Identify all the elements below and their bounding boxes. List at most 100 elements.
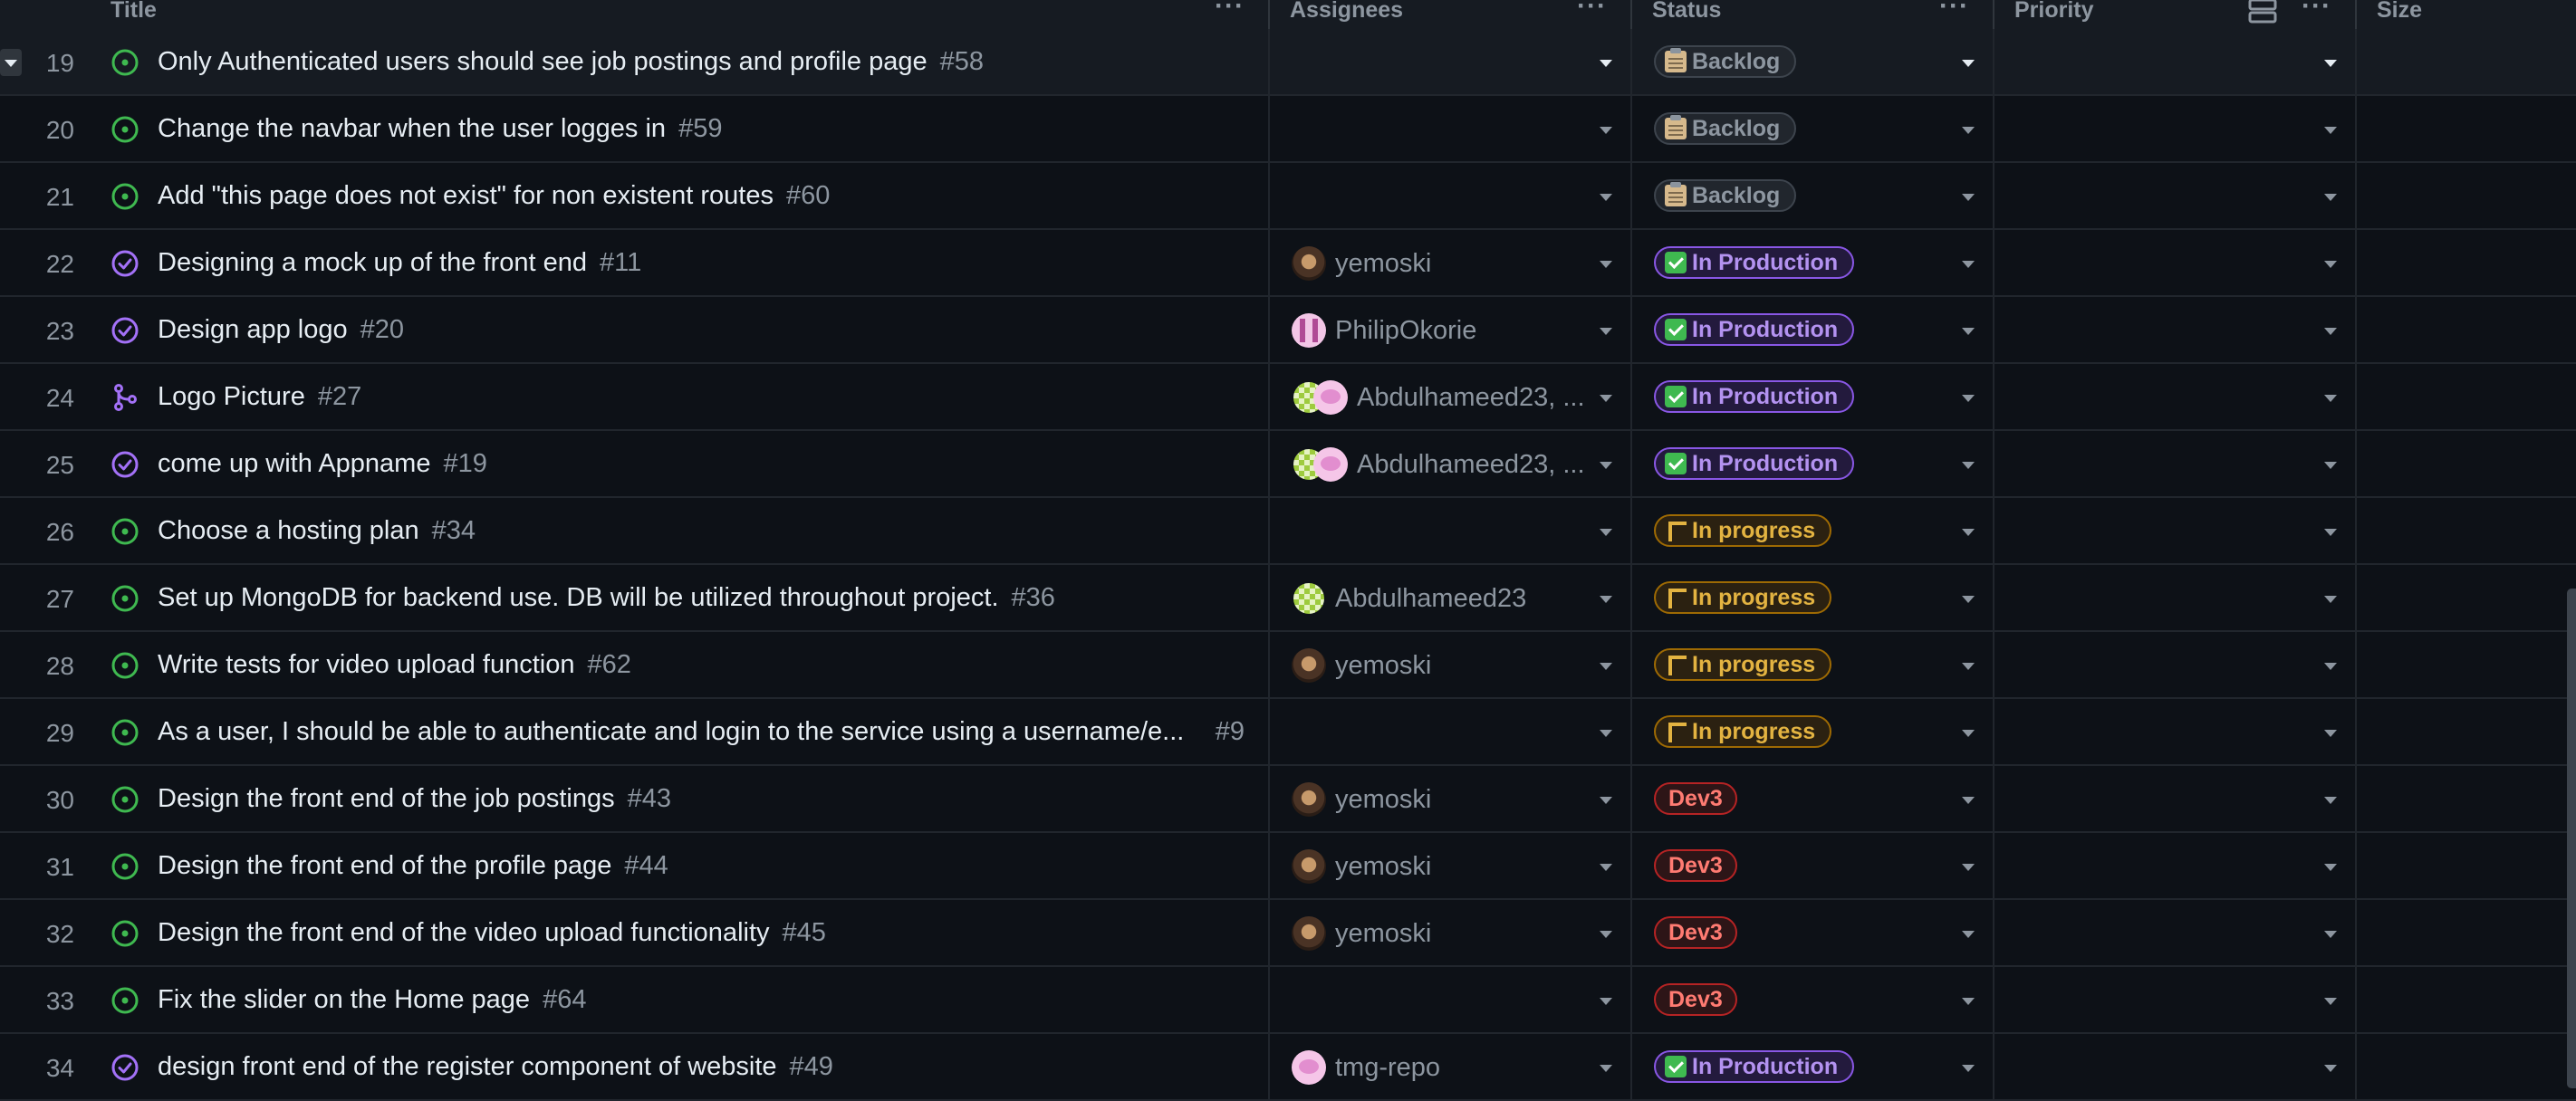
chevron-down-icon[interactable] — [2324, 529, 2337, 536]
title-cell[interactable]: Only Authenticated users should see job … — [0, 29, 1270, 94]
chevron-down-icon[interactable] — [1600, 864, 1612, 871]
size-cell[interactable] — [2357, 230, 2576, 295]
priority-cell[interactable] — [1994, 29, 2357, 94]
issue-title-link[interactable]: Only Authenticated users should see job … — [158, 47, 928, 76]
column-options-icon[interactable]: ··· — [1215, 0, 1245, 20]
chevron-down-icon[interactable] — [1962, 127, 1975, 134]
title-cell[interactable]: Fix the slider on the Home page #64 — [0, 967, 1270, 1032]
issue-title-link[interactable]: Set up MongoDB for backend use. DB will … — [158, 583, 999, 612]
title-cell[interactable]: Design the front end of the video upload… — [0, 900, 1270, 965]
issue-title-link[interactable]: Choose a hosting plan — [158, 516, 419, 545]
title-cell[interactable]: Design the front end of the job postings… — [0, 766, 1270, 831]
issue-title-link[interactable]: Add "this page does not exist" for non e… — [158, 181, 774, 210]
issue-title-link[interactable]: Logo Picture — [158, 382, 305, 411]
group-by-icon[interactable] — [2248, 0, 2277, 28]
status-cell[interactable]: In Production — [1632, 1034, 1994, 1099]
priority-cell[interactable] — [1994, 96, 2357, 161]
priority-cell[interactable] — [1994, 1034, 2357, 1099]
chevron-down-icon[interactable] — [1600, 931, 1612, 938]
chevron-down-icon[interactable] — [2324, 127, 2337, 134]
chevron-down-icon[interactable] — [2324, 462, 2337, 469]
table-row[interactable]: 19 Only Authenticated users should see jo… — [0, 29, 2576, 96]
assignees-cell[interactable]: tmg-repo — [1270, 1034, 1632, 1099]
size-cell[interactable] — [2357, 900, 2576, 965]
priority-cell[interactable] — [1994, 297, 2357, 362]
chevron-down-icon[interactable] — [1600, 60, 1612, 67]
chevron-down-icon[interactable] — [1600, 395, 1612, 402]
vertical-scrollbar[interactable] — [2567, 589, 2576, 1088]
issue-title-link[interactable]: Write tests for video upload function — [158, 650, 575, 679]
chevron-down-icon[interactable] — [2324, 261, 2337, 268]
size-cell[interactable] — [2357, 498, 2576, 563]
size-cell[interactable] — [2357, 163, 2576, 228]
assignees-cell[interactable] — [1270, 967, 1632, 1032]
chevron-down-icon[interactable] — [1600, 663, 1612, 670]
chevron-down-icon[interactable] — [1962, 663, 1975, 670]
chevron-down-icon[interactable] — [1600, 1065, 1612, 1072]
assignees-cell[interactable] — [1270, 96, 1632, 161]
table-row[interactable]: 27 Set up MongoDB for backend use. DB wil… — [0, 565, 2576, 632]
chevron-down-icon[interactable] — [2324, 596, 2337, 603]
priority-cell[interactable] — [1994, 699, 2357, 764]
size-cell[interactable] — [2357, 565, 2576, 630]
title-cell[interactable]: Change the navbar when the user logges i… — [0, 96, 1270, 161]
status-cell[interactable]: In progress — [1632, 632, 1994, 697]
chevron-down-icon[interactable] — [2324, 998, 2337, 1005]
chevron-down-icon[interactable] — [2324, 931, 2337, 938]
assignees-cell[interactable]: Abdulhameed23 — [1270, 565, 1632, 630]
title-cell[interactable]: Design the front end of the profile page… — [0, 833, 1270, 898]
status-cell[interactable]: Dev3 — [1632, 900, 1994, 965]
size-cell[interactable] — [2357, 766, 2576, 831]
size-cell[interactable] — [2357, 699, 2576, 764]
status-cell[interactable]: Dev3 — [1632, 833, 1994, 898]
title-cell[interactable]: come up with Appname #19 — [0, 431, 1270, 496]
chevron-down-icon[interactable] — [1962, 60, 1975, 67]
chevron-down-icon[interactable] — [1962, 328, 1975, 335]
assignees-cell[interactable]: Abdulhameed23, ... — [1270, 364, 1632, 429]
priority-cell[interactable] — [1994, 230, 2357, 295]
chevron-down-icon[interactable] — [2324, 395, 2337, 402]
table-row[interactable]: 23 Design app logo #20 PhilipOkorie In Produ… — [0, 297, 2576, 364]
size-cell[interactable] — [2357, 1034, 2576, 1099]
chevron-down-icon[interactable] — [1600, 194, 1612, 201]
status-cell[interactable]: In progress — [1632, 699, 1994, 764]
priority-cell[interactable] — [1994, 163, 2357, 228]
status-cell[interactable]: Backlog — [1632, 29, 1994, 94]
chevron-down-icon[interactable] — [1600, 797, 1612, 804]
status-cell[interactable]: Backlog — [1632, 96, 1994, 161]
issue-title-link[interactable]: Design the front end of the video upload… — [158, 918, 770, 947]
table-row[interactable]: 22 Designing a mock up of the front end #1… — [0, 230, 2576, 297]
chevron-down-icon[interactable] — [2324, 663, 2337, 670]
issue-title-link[interactable]: Design the front end of the profile page — [158, 851, 611, 880]
size-cell[interactable] — [2357, 967, 2576, 1032]
assignees-cell[interactable] — [1270, 29, 1632, 94]
column-options-icon[interactable]: ··· — [1577, 0, 1607, 20]
chevron-down-icon[interactable] — [2324, 194, 2337, 201]
chevron-down-icon[interactable] — [1600, 328, 1612, 335]
column-options-icon[interactable]: ··· — [1939, 0, 1969, 20]
table-row[interactable]: 20 Change the navbar when the user logges… — [0, 96, 2576, 163]
priority-cell[interactable] — [1994, 967, 2357, 1032]
table-row[interactable]: 32 Design the front end of the video uplo… — [0, 900, 2576, 967]
chevron-down-icon[interactable] — [1962, 1065, 1975, 1072]
chevron-down-icon[interactable] — [1962, 194, 1975, 201]
issue-title-link[interactable]: Design the front end of the job postings — [158, 784, 615, 813]
table-row[interactable]: 34 design front end of the register compo… — [0, 1034, 2576, 1101]
title-cell[interactable]: As a user, I should be able to authentic… — [0, 699, 1270, 764]
priority-cell[interactable] — [1994, 565, 2357, 630]
chevron-down-icon[interactable] — [2324, 864, 2337, 871]
table-row[interactable]: 33 Fix the slider on the Home page #64 Dev3 — [0, 967, 2576, 1034]
size-cell[interactable] — [2357, 632, 2576, 697]
title-cell[interactable]: Design app logo #20 — [0, 297, 1270, 362]
priority-cell[interactable] — [1994, 632, 2357, 697]
issue-title-link[interactable]: come up with Appname — [158, 449, 430, 478]
assignees-cell[interactable]: yemoski — [1270, 230, 1632, 295]
title-cell[interactable]: Choose a hosting plan #34 — [0, 498, 1270, 563]
chevron-down-icon[interactable] — [1600, 730, 1612, 737]
size-cell[interactable] — [2357, 431, 2576, 496]
priority-cell[interactable] — [1994, 900, 2357, 965]
chevron-down-icon[interactable] — [1962, 529, 1975, 536]
chevron-down-icon[interactable] — [1962, 395, 1975, 402]
size-cell[interactable] — [2357, 364, 2576, 429]
priority-cell[interactable] — [1994, 431, 2357, 496]
